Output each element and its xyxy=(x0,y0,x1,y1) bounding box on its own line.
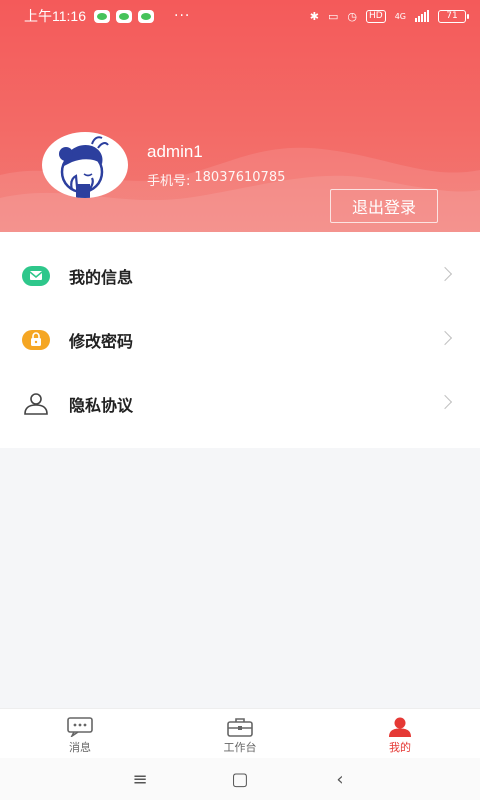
lock-icon xyxy=(22,329,50,351)
wechat-notification-icon xyxy=(94,9,110,23)
tab-label: 工作台 xyxy=(223,741,257,754)
briefcase-icon xyxy=(227,718,253,737)
logout-button[interactable]: 退出登录 xyxy=(330,189,438,223)
alarm-icon: ◷ xyxy=(347,9,357,23)
chat-icon xyxy=(67,717,93,737)
menu-item-my-info[interactable]: 我的信息 xyxy=(0,244,480,308)
tab-label: 消息 xyxy=(69,741,91,754)
chevron-right-icon xyxy=(437,394,453,410)
network-type: 4G xyxy=(394,11,406,21)
phone-row: 手机号: 18037610785 xyxy=(147,170,285,189)
hd-icon: HD xyxy=(366,9,386,23)
wechat-notification-icon xyxy=(116,9,132,23)
bottom-tab-bar: 消息 工作台 我的 xyxy=(0,708,480,758)
tab-label: 我的 xyxy=(389,741,411,754)
menu-bottom-spacer xyxy=(0,436,480,448)
bluetooth-icon: ✱ xyxy=(309,9,319,23)
phone-number: 18037610785 xyxy=(194,170,286,185)
status-bar: 上午11:16 ··· ✱ ▭ ◷ HD 4G 71 xyxy=(0,0,480,32)
settings-menu: 我的信息 修改密码 隐私协议 xyxy=(0,232,480,448)
menu-item-privacy-policy[interactable]: 隐私协议 xyxy=(0,372,480,436)
status-time: 上午11:16 xyxy=(24,8,86,24)
battery-icon: 71 xyxy=(438,9,469,23)
menu-item-label: 隐私协议 xyxy=(69,396,134,415)
profile-header: 上午11:16 ··· ✱ ▭ ◷ HD 4G 71 admin1 手机号: 1… xyxy=(0,0,480,232)
menu-item-label: 修改密码 xyxy=(69,332,134,351)
menu-nav-icon[interactable]: ≡ xyxy=(120,764,160,794)
wechat-notification-icon xyxy=(138,9,154,23)
system-navigation-bar: ≡ ▢ ‹ xyxy=(0,758,480,800)
username: admin1 xyxy=(147,142,203,161)
avatar-illustration xyxy=(59,136,109,198)
menu-item-change-password[interactable]: 修改密码 xyxy=(0,308,480,372)
vibrate-icon: ▭ xyxy=(327,9,339,23)
phone-label: 手机号: xyxy=(147,174,191,189)
avatar[interactable] xyxy=(42,132,128,198)
chevron-right-icon xyxy=(437,266,453,282)
more-notifications-icon: ··· xyxy=(174,8,191,24)
menu-item-label: 我的信息 xyxy=(69,268,134,287)
tab-mine[interactable]: 我的 xyxy=(320,709,480,758)
person-icon xyxy=(389,717,411,737)
tab-workbench[interactable]: 工作台 xyxy=(160,709,320,758)
user-outline-icon xyxy=(22,393,50,415)
menu-top-spacer xyxy=(0,232,480,244)
back-nav-icon[interactable]: ‹ xyxy=(320,764,360,794)
signal-icon xyxy=(415,10,429,22)
message-card-icon xyxy=(22,265,50,287)
tab-messages[interactable]: 消息 xyxy=(0,709,160,758)
home-nav-icon[interactable]: ▢ xyxy=(220,764,260,794)
chevron-right-icon xyxy=(437,330,453,346)
